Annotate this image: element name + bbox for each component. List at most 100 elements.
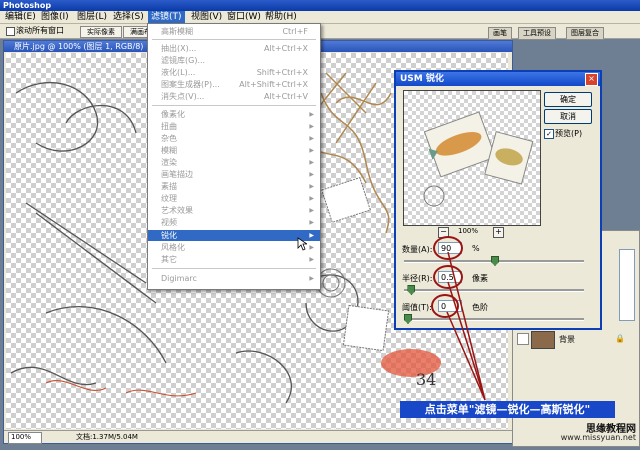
menu-item-artistic[interactable]: 艺术效果 ▶ [148, 205, 320, 216]
layer-name: 背景 [559, 335, 575, 344]
menu-item-gaussian-blur[interactable]: 高斯模糊 Ctrl+F [148, 26, 320, 37]
filter-menu: 高斯模糊 Ctrl+F 抽出(X)... Alt+Ctrl+X 滤镜库(G)... … [147, 23, 321, 290]
menu-window[interactable]: 窗口(W) [224, 11, 264, 23]
close-icon[interactable]: × [585, 73, 598, 86]
menu-item-digimarc[interactable]: Digimarc ▶ [148, 273, 320, 284]
amount-label: 数量(A): [402, 245, 433, 254]
menu-item-shortcut: Alt+Ctrl+X [264, 44, 308, 53]
menu-item-other[interactable]: 其它 ▶ [148, 254, 320, 265]
app-title: Photoshop [3, 1, 52, 10]
menu-item-video[interactable]: 视频 ▶ [148, 217, 320, 228]
submenu-arrow-icon: ▶ [309, 147, 314, 154]
instruction-callout: 点击菜单"滤镜—锐化—高斯锐化" [400, 401, 615, 418]
submenu-arrow-icon: ▶ [309, 207, 314, 214]
ok-button[interactable]: 确定 [544, 92, 592, 107]
submenu-arrow-icon: ▶ [309, 275, 314, 282]
menu-item-render[interactable]: 渲染 ▶ [148, 157, 320, 168]
menu-item-shortcut: Alt+Shift+Ctrl+X [239, 80, 308, 89]
preview-window[interactable] [403, 90, 541, 226]
submenu-arrow-icon: ▶ [309, 171, 314, 178]
menu-item-extract[interactable]: 抽出(X)... Alt+Ctrl+X [148, 43, 320, 54]
submenu-arrow-icon: ▶ [309, 195, 314, 202]
submenu-arrow-icon: ▶ [309, 232, 314, 239]
layer-row-background[interactable]: 背景 🔒 [515, 331, 635, 349]
annotation-arrows [446, 251, 486, 401]
menu-item-shortcut: Alt+Ctrl+V [264, 92, 308, 101]
submenu-arrow-icon: ▶ [309, 183, 314, 190]
cancel-button[interactable]: 取消 [544, 109, 592, 124]
mouse-cursor-icon [297, 237, 307, 251]
menu-item-label: 视频 [161, 218, 177, 227]
doc-size-info: 文档:1.37M/5.04M [76, 433, 138, 441]
menu-item-label: 渲染 [161, 158, 177, 167]
menu-item-label: 扭曲 [161, 122, 177, 131]
actual-pixels-button[interactable]: 实际像素 [80, 26, 122, 38]
menu-view[interactable]: 视图(V) [188, 11, 225, 23]
menu-item-label: 锐化 [161, 231, 177, 240]
menu-image[interactable]: 图像(I) [38, 11, 72, 23]
watermark-url: www.missyuan.net [560, 433, 636, 442]
submenu-arrow-icon: ▶ [309, 159, 314, 166]
menu-help[interactable]: 帮助(H) [262, 11, 300, 23]
menu-item-filter-gallery[interactable]: 滤镜库(G)... [148, 55, 320, 66]
menu-item-texture[interactable]: 纹理 ▶ [148, 193, 320, 204]
menu-item-shortcut: Ctrl+F [282, 27, 308, 36]
menu-item-label: 消失点(V)... [161, 92, 205, 101]
scroll-all-checkbox[interactable] [6, 27, 15, 36]
menu-item-shortcut: Shift+Ctrl+X [256, 68, 308, 77]
menu-item-label: 艺术效果 [161, 206, 193, 215]
menu-item-pixelate[interactable]: 像素化 ▶ [148, 109, 320, 120]
menu-item-label: 画笔描边 [161, 170, 193, 179]
submenu-arrow-icon: ▶ [309, 135, 314, 142]
menu-item-label: 风格化 [161, 243, 185, 252]
zoom-in-button[interactable]: + [493, 227, 504, 238]
tab-layer-comps[interactable]: 图层复合 [566, 27, 604, 40]
menu-separator [152, 39, 316, 40]
menu-item-label: 抽出(X)... [161, 44, 197, 53]
menu-item-label: Digimarc [161, 274, 197, 283]
submenu-arrow-icon: ▶ [309, 256, 314, 263]
menu-separator [152, 105, 316, 106]
palette-well: 画笔 工具预设 图层复合 [480, 24, 640, 40]
layers-scroll-area[interactable] [619, 249, 635, 321]
tab-tool-presets[interactable]: 工具预设 [518, 27, 556, 40]
app-title-bar: Photoshop [0, 0, 640, 11]
threshold-slider-thumb[interactable] [404, 314, 412, 324]
preview-zoom: 100% [458, 227, 479, 235]
threshold-label: 阈值(T): [402, 303, 432, 312]
menu-item-pattern-maker[interactable]: 图案生成器(P)... Alt+Shift+Ctrl+X [148, 79, 320, 90]
menu-separator [152, 268, 316, 269]
menu-item-sharpen[interactable]: 锐化 ▶ [148, 230, 320, 241]
zoom-level[interactable]: 100% [8, 432, 42, 444]
menu-item-brush-strokes[interactable]: 画笔描边 ▶ [148, 169, 320, 180]
lock-icon: 🔒 [615, 334, 625, 343]
menu-item-stylize[interactable]: 风格化 ▶ [148, 242, 320, 253]
radius-slider-thumb[interactable] [407, 285, 416, 295]
status-bar: 100% 文档:1.37M/5.04M [4, 430, 512, 444]
menu-item-label: 高斯模糊 [161, 27, 193, 36]
tab-brushes[interactable]: 画笔 [488, 27, 512, 40]
layer-thumbnail [531, 331, 555, 349]
menu-item-noise[interactable]: 杂色 ▶ [148, 133, 320, 144]
menu-filter[interactable]: 滤镜(T) [148, 11, 185, 23]
layer-visibility-toggle[interactable] [517, 333, 529, 345]
preview-label: 预览(P) [555, 129, 583, 138]
menu-item-liquify[interactable]: 液化(L)... Shift+Ctrl+X [148, 67, 320, 78]
submenu-arrow-icon: ▶ [309, 219, 314, 226]
menu-item-label: 图案生成器(P)... [161, 80, 220, 89]
menu-item-vanishing-point[interactable]: 消失点(V)... Alt+Ctrl+V [148, 91, 320, 102]
submenu-arrow-icon: ▶ [309, 111, 314, 118]
menu-edit[interactable]: 编辑(E) [2, 11, 39, 23]
menu-select[interactable]: 选择(S) [110, 11, 147, 23]
menu-item-sketch[interactable]: 素描 ▶ [148, 181, 320, 192]
submenu-arrow-icon: ▶ [309, 123, 314, 130]
menu-item-label: 滤镜库(G)... [161, 56, 206, 65]
menu-item-label: 液化(L)... [161, 68, 196, 77]
preview-artwork [423, 111, 534, 207]
submenu-arrow-icon: ▶ [309, 244, 314, 251]
menu-item-blur[interactable]: 模糊 ▶ [148, 145, 320, 156]
radius-label: 半径(R): [402, 274, 433, 283]
menu-layer[interactable]: 图层(L) [74, 11, 110, 23]
preview-checkbox[interactable]: ✓ [544, 129, 554, 139]
menu-item-distort[interactable]: 扭曲 ▶ [148, 121, 320, 132]
